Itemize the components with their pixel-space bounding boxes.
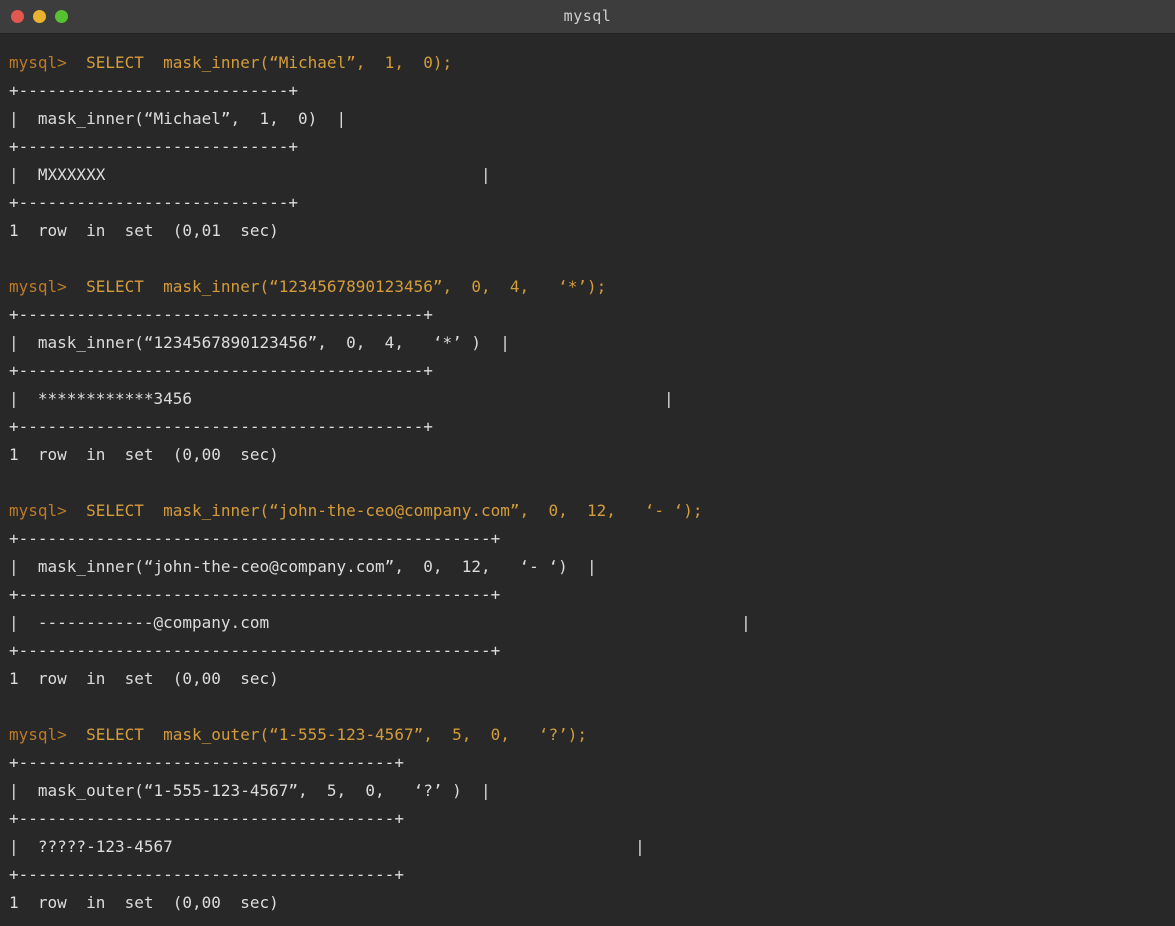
terminal-line-border: +---------------------------------------…	[9, 357, 1175, 385]
terminal-line-border: +---------------------------------------…	[9, 301, 1175, 329]
window-titlebar[interactable]: mysql	[0, 0, 1175, 34]
terminal-line-status: 1 row in set (0,00 sec)	[9, 889, 1175, 917]
sql-command: SELECT mask_inner(“john-the-ceo@company.…	[67, 501, 703, 520]
terminal-line-query: mysql> SELECT mask_inner(“12345678901234…	[9, 273, 1175, 301]
traffic-lights	[11, 0, 68, 33]
sql-command: SELECT mask_inner(“Michael”, 1, 0);	[67, 53, 452, 72]
blank-line	[9, 245, 1175, 273]
terminal-line-border: +----------------------------+	[9, 133, 1175, 161]
terminal-window: mysql mysql> SELECT mask_inner(“Michael”…	[0, 0, 1175, 926]
mysql-prompt: mysql>	[9, 501, 67, 520]
terminal-line-border: +----------------------------+	[9, 77, 1175, 105]
terminal-line-row: | ?????-123-4567 |	[9, 833, 1175, 861]
terminal-line-row: | mask_inner(“1234567890123456”, 0, 4, ‘…	[9, 329, 1175, 357]
sql-command: SELECT mask_inner(“1234567890123456”, 0,…	[67, 277, 606, 296]
terminal-line-border: +---------------------------------------…	[9, 525, 1175, 553]
zoom-button[interactable]	[55, 10, 68, 23]
terminal-line-row: | ------------@company.com |	[9, 609, 1175, 637]
terminal-line-query: mysql> SELECT mask_inner(“john-the-ceo@c…	[9, 497, 1175, 525]
terminal-line-status: 1 row in set (0,00 sec)	[9, 665, 1175, 693]
terminal-line-row: | mask_inner(“john-the-ceo@company.com”,…	[9, 553, 1175, 581]
close-button[interactable]	[11, 10, 24, 23]
terminal-line-border: +----------------------------+	[9, 189, 1175, 217]
terminal-line-row: | mask_inner(“Michael”, 1, 0) |	[9, 105, 1175, 133]
terminal-line-border: +---------------------------------------…	[9, 413, 1175, 441]
terminal-line-row: | MXXXXXX |	[9, 161, 1175, 189]
sql-command: SELECT mask_outer(“1-555-123-4567”, 5, 0…	[67, 725, 587, 744]
minimize-button[interactable]	[33, 10, 46, 23]
terminal-line-border: +---------------------------------------…	[9, 749, 1175, 777]
terminal-line-border: +---------------------------------------…	[9, 581, 1175, 609]
terminal-line-query: mysql> SELECT mask_outer(“1-555-123-4567…	[9, 721, 1175, 749]
terminal-line-row: | mask_outer(“1-555-123-4567”, 5, 0, ‘?’…	[9, 777, 1175, 805]
terminal-line-status: 1 row in set (0,01 sec)	[9, 217, 1175, 245]
terminal-line-status: 1 row in set (0,00 sec)	[9, 441, 1175, 469]
terminal-line-query: mysql> SELECT mask_inner(“Michael”, 1, 0…	[9, 49, 1175, 77]
terminal-line-border: +---------------------------------------…	[9, 805, 1175, 833]
blank-line	[9, 693, 1175, 721]
terminal-line-border: +---------------------------------------…	[9, 861, 1175, 889]
terminal-output[interactable]: mysql> SELECT mask_inner(“Michael”, 1, 0…	[0, 34, 1175, 926]
terminal-line-row: | ************3456 |	[9, 385, 1175, 413]
mysql-prompt: mysql>	[9, 53, 67, 72]
mysql-prompt: mysql>	[9, 725, 67, 744]
window-title: mysql	[564, 0, 612, 33]
blank-line	[9, 469, 1175, 497]
mysql-prompt: mysql>	[9, 277, 67, 296]
terminal-line-border: +---------------------------------------…	[9, 637, 1175, 665]
